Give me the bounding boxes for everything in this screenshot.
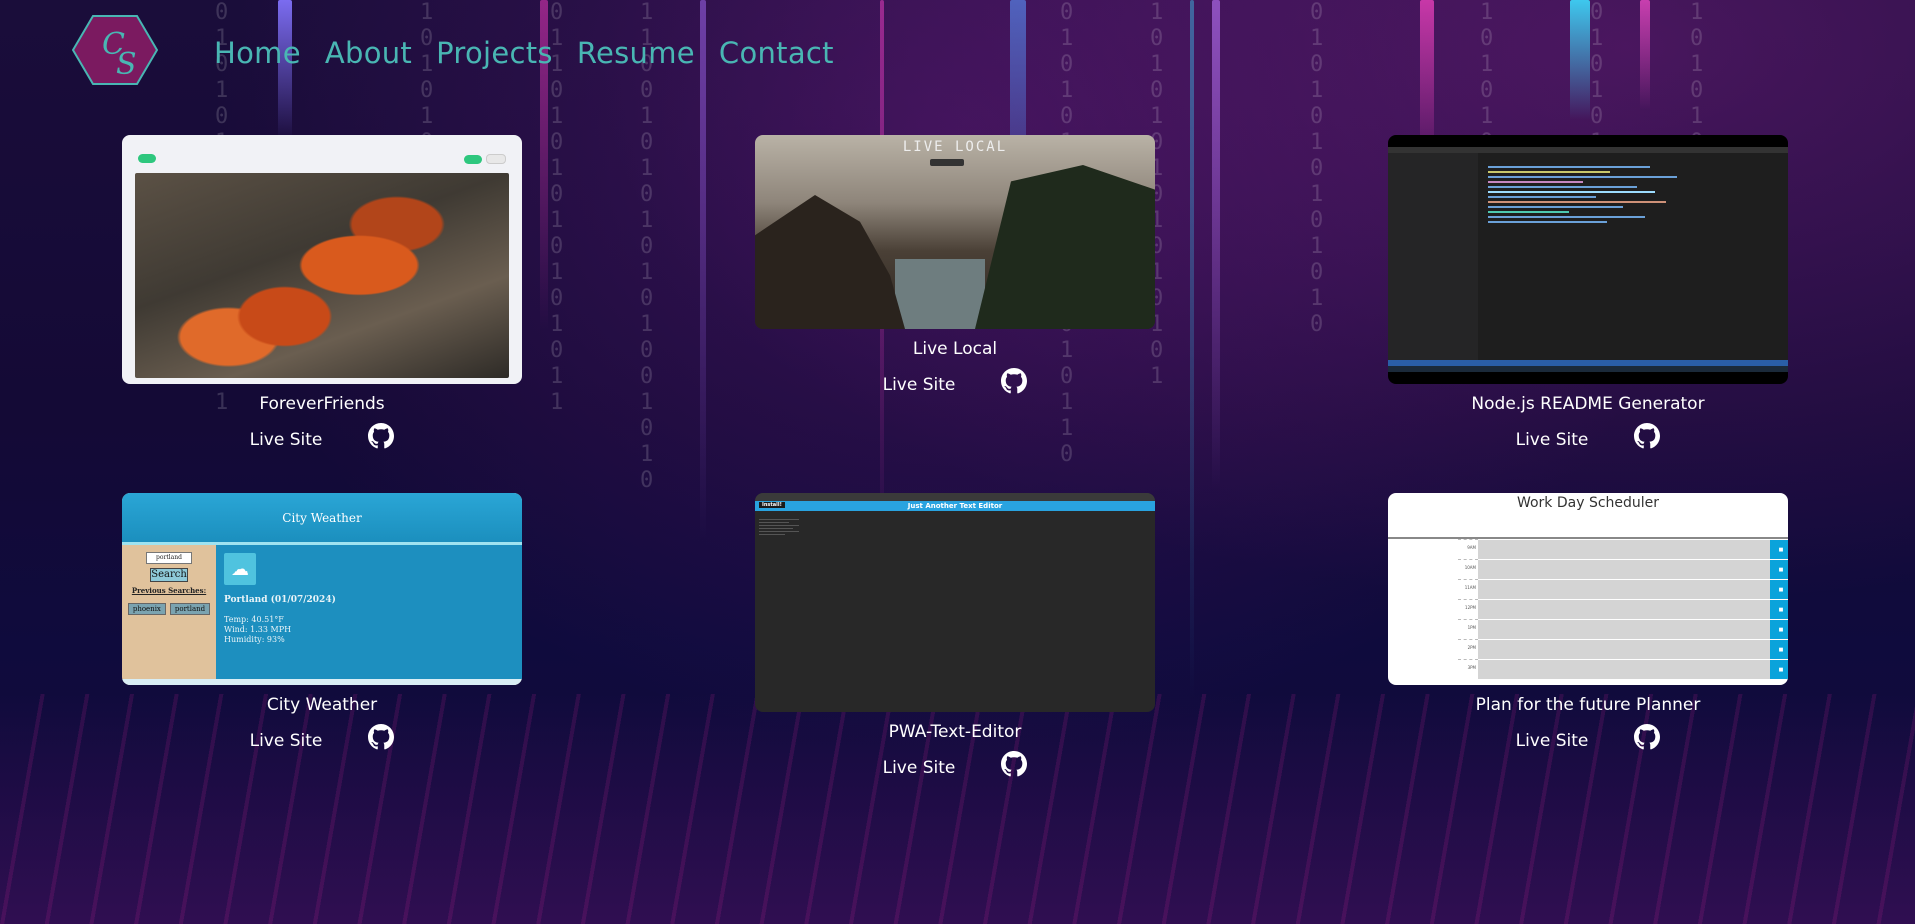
thumbnail-temp: Temp: 40.51°F: [224, 615, 284, 624]
github-icon[interactable]: [368, 724, 395, 750]
thumbnail-wind: Wind: 1.33 MPH: [224, 625, 292, 634]
project-card-planner: Work Day Scheduler 9AM ■ 10AM ■ 11AM ■ 12PM…: [1388, 493, 1788, 751]
github-icon[interactable]: [1634, 724, 1661, 750]
thumbnail-hour: 12PM: [1458, 599, 1478, 619]
github-icon[interactable]: [1001, 368, 1028, 394]
project-title: PWA-Text-Editor: [888, 722, 1022, 742]
project-card-live-local: LIVE LOCAL Live Local Live Site: [755, 135, 1155, 395]
project-title: Plan for the future Planner: [1475, 695, 1701, 715]
project-card-readme-generator: Node.js README Generator Live Site: [1388, 135, 1788, 450]
project-card-city-weather: City Weather portland Search Previous Se…: [122, 493, 522, 751]
logo-letter-s: S: [116, 47, 137, 82]
logo[interactable]: C S: [71, 14, 159, 86]
project-title: Node.js README Generator: [1471, 394, 1705, 414]
thumbnail-hour: 9AM: [1458, 539, 1478, 559]
thumbnail-heading: LIVE LOCAL: [902, 139, 1008, 155]
github-icon[interactable]: [1001, 751, 1028, 777]
project-title: Live Local: [912, 339, 998, 359]
thumbnail-heading: City Weather: [122, 493, 522, 545]
save-icon: ■: [1770, 559, 1788, 579]
project-thumbnail[interactable]: Work Day Scheduler 9AM ■ 10AM ■ 11AM ■ 12PM…: [1388, 493, 1788, 685]
thumbnail-search-button: Search: [150, 568, 188, 582]
snake-photo: [135, 173, 509, 378]
thumbnail-humidity: Humidity: 93%: [224, 635, 285, 644]
thumbnail-heading: Just Another Text Editor: [907, 502, 1003, 510]
thumbnail-install-button: Install!: [759, 502, 785, 508]
thumbnail-history-item: phoenix: [127, 603, 166, 615]
save-icon: ■: [1770, 539, 1788, 559]
save-icon: ■: [1770, 659, 1788, 679]
project-thumbnail[interactable]: Install! Just Another Text Editor: [755, 493, 1155, 712]
project-thumbnail[interactable]: [1388, 135, 1788, 384]
save-icon: ■: [1770, 579, 1788, 599]
nav-contact[interactable]: Contact: [719, 36, 834, 70]
thumbnail-hour: 1PM: [1458, 619, 1478, 639]
project-thumbnail[interactable]: [122, 135, 522, 384]
project-title: City Weather: [266, 695, 378, 715]
thumbnail-city: Portland (01/07/2024): [224, 595, 336, 605]
live-site-link[interactable]: Live Site: [250, 731, 323, 751]
project-card-pwa-text-editor: Install! Just Another Text Editor PWA-Te…: [755, 493, 1155, 778]
live-site-link[interactable]: Live Site: [883, 375, 956, 395]
nav-projects[interactable]: Projects: [436, 36, 553, 70]
live-site-link[interactable]: Live Site: [883, 758, 956, 778]
save-icon: ■: [1770, 639, 1788, 659]
live-site-link[interactable]: Live Site: [250, 430, 323, 450]
thumbnail-city-input: portland: [146, 552, 192, 564]
thumbnail-hour: 2PM: [1458, 639, 1478, 659]
project-card-foreverfriends: ForeverFriends Live Site: [122, 135, 522, 450]
github-icon[interactable]: [1634, 423, 1661, 449]
thumbnail-history-item: portland: [169, 603, 211, 615]
github-icon[interactable]: [368, 423, 395, 449]
thumbnail-previous-label: Previous Searches:: [131, 586, 207, 595]
nav-home[interactable]: Home: [214, 36, 301, 70]
thumbnail-hour: 10AM: [1458, 559, 1478, 579]
save-icon: ■: [1770, 599, 1788, 619]
live-site-link[interactable]: Live Site: [1516, 731, 1589, 751]
save-icon: ■: [1770, 619, 1788, 639]
project-thumbnail[interactable]: City Weather portland Search Previous Se…: [122, 493, 522, 685]
thumbnail-heading: Work Day Scheduler: [1516, 495, 1660, 511]
logo-hexagon-icon: C S: [71, 15, 159, 85]
main-nav: Home About Projects Resume Contact: [214, 36, 834, 70]
thumbnail-hour: 3PM: [1458, 659, 1478, 679]
nav-resume[interactable]: Resume: [577, 36, 695, 70]
cloud-icon: ☁: [224, 553, 256, 585]
project-title: ForeverFriends: [259, 394, 385, 414]
nav-about[interactable]: About: [325, 36, 412, 70]
thumbnail-hour: 11AM: [1458, 579, 1478, 599]
project-thumbnail[interactable]: LIVE LOCAL: [755, 135, 1155, 329]
live-site-link[interactable]: Live Site: [1516, 430, 1589, 450]
